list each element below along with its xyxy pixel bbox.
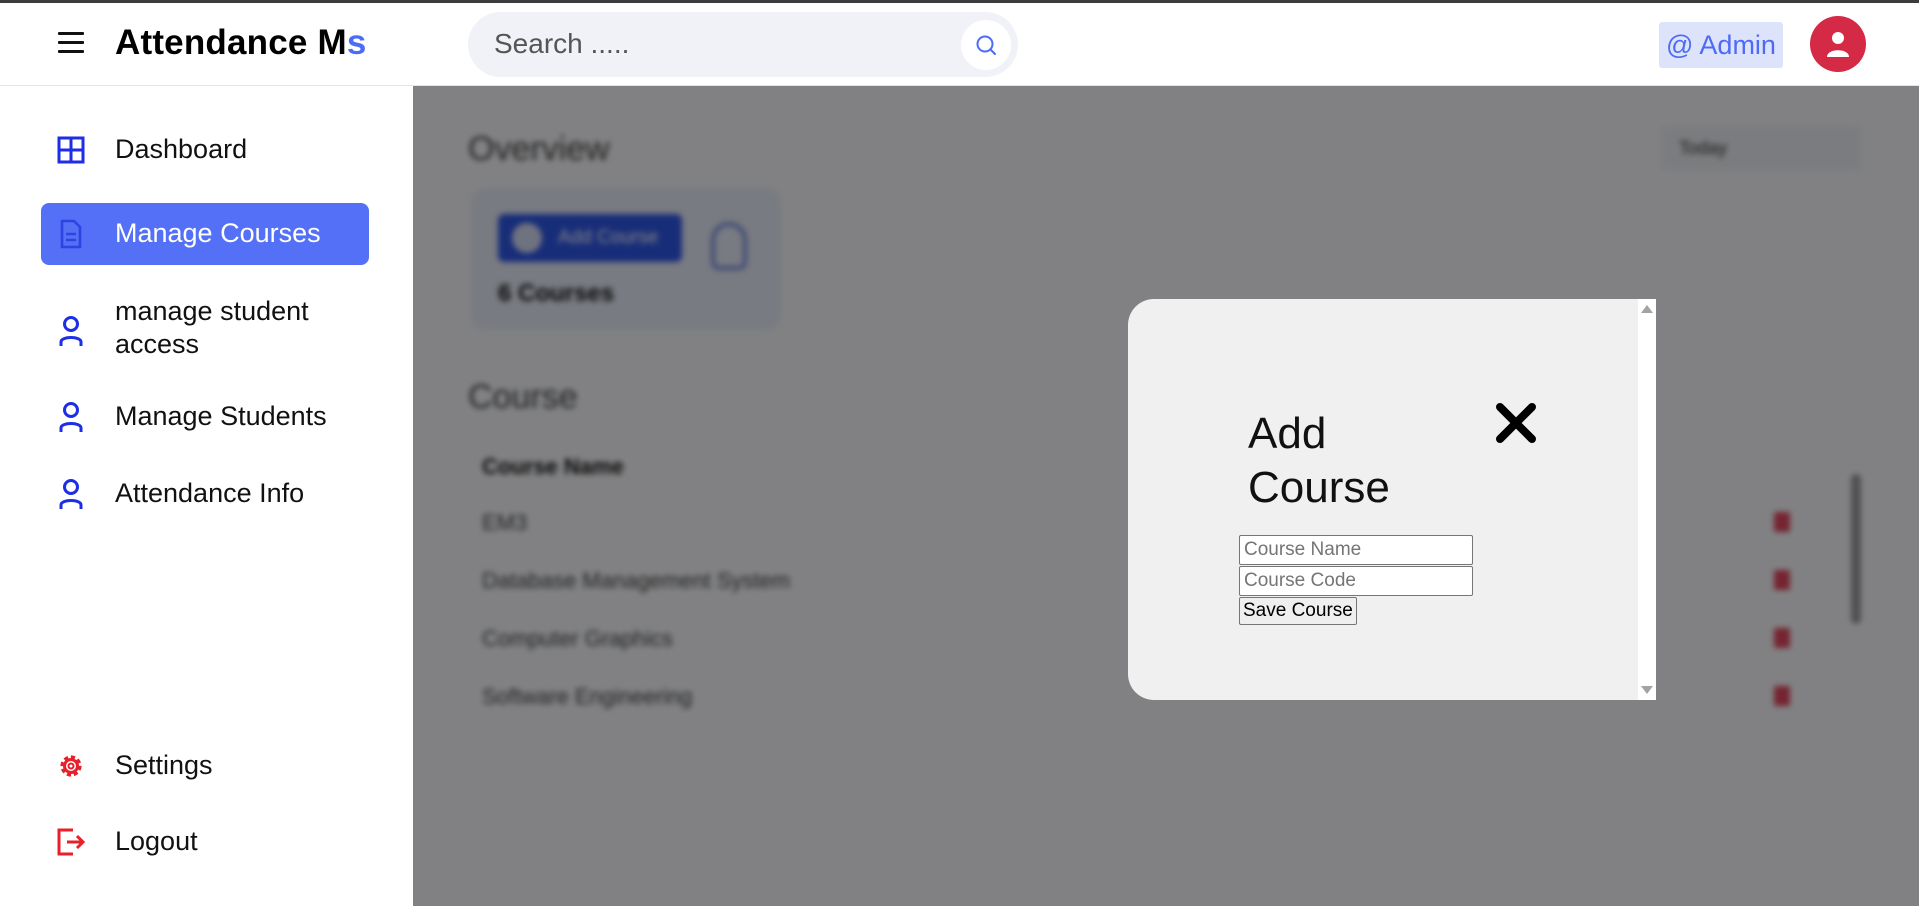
sidebar-item-label: Manage Courses xyxy=(115,218,321,248)
course-name-input[interactable] xyxy=(1239,535,1473,565)
close-icon[interactable] xyxy=(1492,399,1540,447)
sidebar-item-manage-students[interactable]: Manage Students xyxy=(41,392,369,442)
sidebar-item-label: Manage Students xyxy=(115,401,327,431)
sidebar-item-manage-student-access[interactable]: manage student access xyxy=(41,293,369,365)
save-course-button[interactable]: Save Course xyxy=(1239,597,1357,625)
document-icon xyxy=(56,219,86,249)
sidebar-item-attendance-info[interactable]: Attendance Info xyxy=(41,469,369,519)
logout-icon xyxy=(56,827,86,857)
admin-badge[interactable]: @ Admin xyxy=(1659,22,1783,68)
scroll-up-arrow-icon[interactable] xyxy=(1641,305,1653,313)
search-button[interactable] xyxy=(961,20,1011,70)
sidebar-item-settings[interactable]: Settings xyxy=(41,741,369,791)
sidebar-item-label: Logout xyxy=(115,826,198,856)
user-icon xyxy=(56,479,86,509)
sidebar-item-manage-courses[interactable]: Manage Courses xyxy=(41,203,369,265)
sidebar: Dashboard Manage Courses manage student … xyxy=(0,86,413,906)
user-icon xyxy=(56,316,86,346)
search-icon xyxy=(976,35,996,55)
search-bar xyxy=(468,12,1018,77)
scroll-down-arrow-icon[interactable] xyxy=(1641,686,1653,694)
sidebar-item-label: Dashboard xyxy=(115,134,248,164)
sidebar-item-dashboard[interactable]: Dashboard xyxy=(41,125,369,175)
grid-icon xyxy=(56,135,86,165)
course-code-input[interactable] xyxy=(1239,566,1473,596)
modal-scrollbar[interactable] xyxy=(1638,299,1656,700)
sidebar-item-label: manage student access xyxy=(115,296,309,359)
user-icon xyxy=(56,402,86,432)
gear-icon xyxy=(56,751,86,781)
menu-toggle-icon[interactable] xyxy=(58,32,84,54)
user-avatar-icon xyxy=(1827,32,1849,57)
brand-accent: s xyxy=(346,23,367,62)
sidebar-item-label: Attendance Info xyxy=(115,478,305,508)
sidebar-item-label: Settings xyxy=(115,750,213,780)
brand-main: Attendance M xyxy=(115,23,347,62)
sidebar-item-logout[interactable]: Logout xyxy=(41,817,369,867)
brand-logo: Attendance Ms xyxy=(115,23,367,63)
top-header: Attendance Ms @ Admin xyxy=(0,3,1919,86)
avatar[interactable] xyxy=(1810,16,1866,72)
modal-title: Add Course xyxy=(1248,409,1390,512)
search-input[interactable] xyxy=(494,24,934,64)
add-course-modal: Add Course Save Course xyxy=(1128,299,1656,700)
